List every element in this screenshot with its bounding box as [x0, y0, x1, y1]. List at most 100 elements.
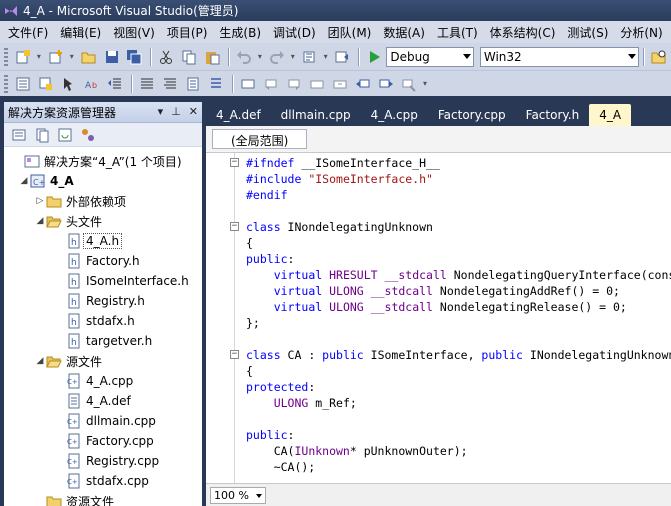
zoom-dropdown[interactable]: 100 % — [210, 486, 266, 504]
code-line[interactable]: class CA : public ISomeInterface, public… — [246, 347, 671, 363]
toolbar-grip[interactable] — [4, 74, 8, 93]
code-line[interactable]: }; — [246, 315, 260, 331]
chevron-down-icon[interactable]: ▾ — [322, 47, 330, 67]
menu-item[interactable]: 编辑(E) — [54, 24, 107, 41]
menu-item[interactable]: 调试(D) — [267, 24, 322, 41]
menu-item[interactable]: 分析(N) — [614, 24, 668, 41]
display-object-member-list-icon[interactable] — [12, 74, 34, 94]
display-quick-info-icon[interactable] — [58, 74, 80, 94]
indicator-margin[interactable] — [206, 153, 228, 483]
collapse-region-icon[interactable]: − — [230, 350, 239, 359]
document-tab[interactable]: 4_A — [589, 104, 632, 126]
code-line[interactable]: ~CA(); — [246, 459, 316, 475]
chevron-down-icon[interactable]: ▾ — [289, 47, 297, 67]
clear-bookmarks-icon[interactable] — [352, 74, 374, 94]
tree-node[interactable]: h stdafx.h — [54, 311, 135, 331]
tree-node[interactable]: ◢ 源文件 — [34, 351, 102, 371]
collapse-region-icon[interactable]: − — [230, 158, 239, 167]
code-line[interactable]: virtual HRESULT __stdcall NondelegatingQ… — [246, 267, 671, 283]
tree-node[interactable]: h Registry.h — [54, 291, 145, 311]
display-parameter-info-icon[interactable] — [35, 74, 57, 94]
code-area[interactable]: #ifndef __ISomeInterface_H__ − #include "I… — [206, 153, 671, 483]
code-line[interactable]: { — [246, 363, 253, 379]
tree-node[interactable]: 解决方案“4_A”(1 个项目) — [12, 151, 182, 171]
code-line[interactable]: public: — [246, 251, 294, 267]
tree-node[interactable]: h ISomeInterface.h — [54, 271, 189, 291]
chevron-down-icon[interactable]: ▾ — [256, 47, 264, 67]
decrease-indent-icon[interactable] — [104, 74, 126, 94]
scope-dropdown[interactable]: (全局范围) — [212, 129, 308, 149]
bookmark-icon[interactable] — [237, 74, 259, 94]
tree-node[interactable]: 资源文件 — [34, 491, 114, 506]
toolbar-grip[interactable] — [4, 47, 8, 66]
properties-icon[interactable] — [8, 125, 30, 145]
start-debugging-icon[interactable] — [363, 47, 385, 67]
tree-node[interactable]: h Factory.h — [54, 251, 140, 271]
next-bookmark-in-folder-icon[interactable] — [283, 74, 305, 94]
tree-node[interactable]: C+ Registry.cpp — [54, 451, 159, 471]
chevron-down-icon[interactable]: ▾ — [35, 47, 43, 67]
previous-bookmark-in-document-icon[interactable] — [306, 74, 328, 94]
code-line[interactable]: class INondelegatingUnknown — [246, 219, 433, 235]
next-bookmark-in-document-icon[interactable] — [329, 74, 351, 94]
menu-item[interactable]: 数据(A) — [377, 24, 431, 41]
code-line[interactable]: ULONG m_Ref; — [246, 395, 357, 411]
save-icon[interactable] — [101, 47, 123, 67]
tree-node[interactable]: h 4_A.h — [54, 231, 123, 251]
navigate-backward-icon[interactable] — [299, 47, 321, 67]
solution-platform-dropdown[interactable]: Win32 — [479, 46, 640, 67]
code-line[interactable]: virtual ULONG __stdcall NondelegatingRel… — [246, 299, 627, 315]
refresh-icon[interactable] — [54, 125, 76, 145]
search-icon[interactable] — [398, 74, 420, 94]
code-line[interactable]: #include "ISomeInterface.h" — [246, 171, 433, 187]
expand-arrow-icon[interactable]: ▷ — [34, 196, 46, 206]
cut-icon[interactable] — [155, 47, 177, 67]
solution-configuration-dropdown[interactable]: Debug — [386, 46, 474, 67]
tree-node[interactable]: ◢ 头文件 — [34, 211, 102, 231]
panel-menu-dropdown[interactable]: ▾ — [158, 105, 164, 118]
menu-item[interactable]: 体系结构(C) — [484, 24, 562, 41]
tree-node[interactable]: ◢ C+ 4_A — [18, 171, 74, 191]
menu-item[interactable]: 生成(B) — [213, 24, 267, 41]
navigate-forward-icon[interactable] — [332, 47, 354, 67]
display-word-completion-icon[interactable]: Ab — [81, 74, 103, 94]
menu-item[interactable]: 工具(T) — [431, 24, 484, 41]
collapse-arrow-icon[interactable]: ◢ — [18, 176, 30, 186]
tree-node[interactable]: C+ stdafx.cpp — [54, 471, 149, 491]
menu-item[interactable]: 视图(V) — [107, 24, 161, 41]
chevron-down-icon[interactable]: ▾ — [421, 74, 429, 94]
menu-item[interactable]: 项目(P) — [161, 24, 214, 41]
open-file-icon[interactable] — [78, 47, 100, 67]
comment-out-lines-icon[interactable] — [136, 74, 158, 94]
add-item-icon[interactable] — [45, 47, 67, 67]
show-all-files-icon[interactable] — [31, 125, 53, 145]
save-all-icon[interactable] — [123, 47, 145, 67]
document-tab[interactable]: 4_A.cpp — [361, 104, 428, 126]
menu-item[interactable]: 测试(S) — [561, 24, 614, 41]
code-line[interactable]: virtual ULONG __stdcall NondelegatingAdd… — [246, 283, 620, 299]
code-line[interactable]: #endif — [246, 187, 288, 203]
code-line[interactable]: CA(IUnknown* pUnknownOuter); — [246, 443, 468, 459]
code-line[interactable]: public: — [246, 427, 294, 443]
chevron-down-icon[interactable]: ▾ — [68, 47, 76, 67]
tree-node[interactable]: C+ 4_A.cpp — [54, 371, 133, 391]
class-view-icon[interactable] — [77, 125, 99, 145]
menu-item[interactable]: 团队(M) — [322, 24, 378, 41]
pin-icon[interactable]: ⊥ — [171, 105, 181, 118]
document-tab[interactable]: dllmain.cpp — [271, 104, 361, 126]
document-tab[interactable]: 4_A.def — [206, 104, 271, 126]
copy-icon[interactable] — [178, 47, 200, 67]
document-tab[interactable]: Factory.cpp — [428, 104, 516, 126]
paste-icon[interactable] — [201, 47, 223, 67]
next-bookmark-icon[interactable] — [205, 74, 227, 94]
previous-bookmark-icon[interactable] — [260, 74, 282, 94]
uncomment-lines-icon[interactable] — [159, 74, 181, 94]
collapse-arrow-icon[interactable]: ◢ — [34, 356, 46, 366]
tree-node[interactable]: h targetver.h — [54, 331, 152, 351]
collapse-arrow-icon[interactable]: ◢ — [34, 216, 46, 226]
menu-item[interactable]: 文件(F) — [2, 24, 54, 41]
toggle-bookmark-icon[interactable] — [182, 74, 204, 94]
code-line[interactable]: protected: — [246, 379, 315, 395]
tree-node[interactable]: C+ dllmain.cpp — [54, 411, 156, 431]
new-project-icon[interactable] — [12, 47, 34, 67]
